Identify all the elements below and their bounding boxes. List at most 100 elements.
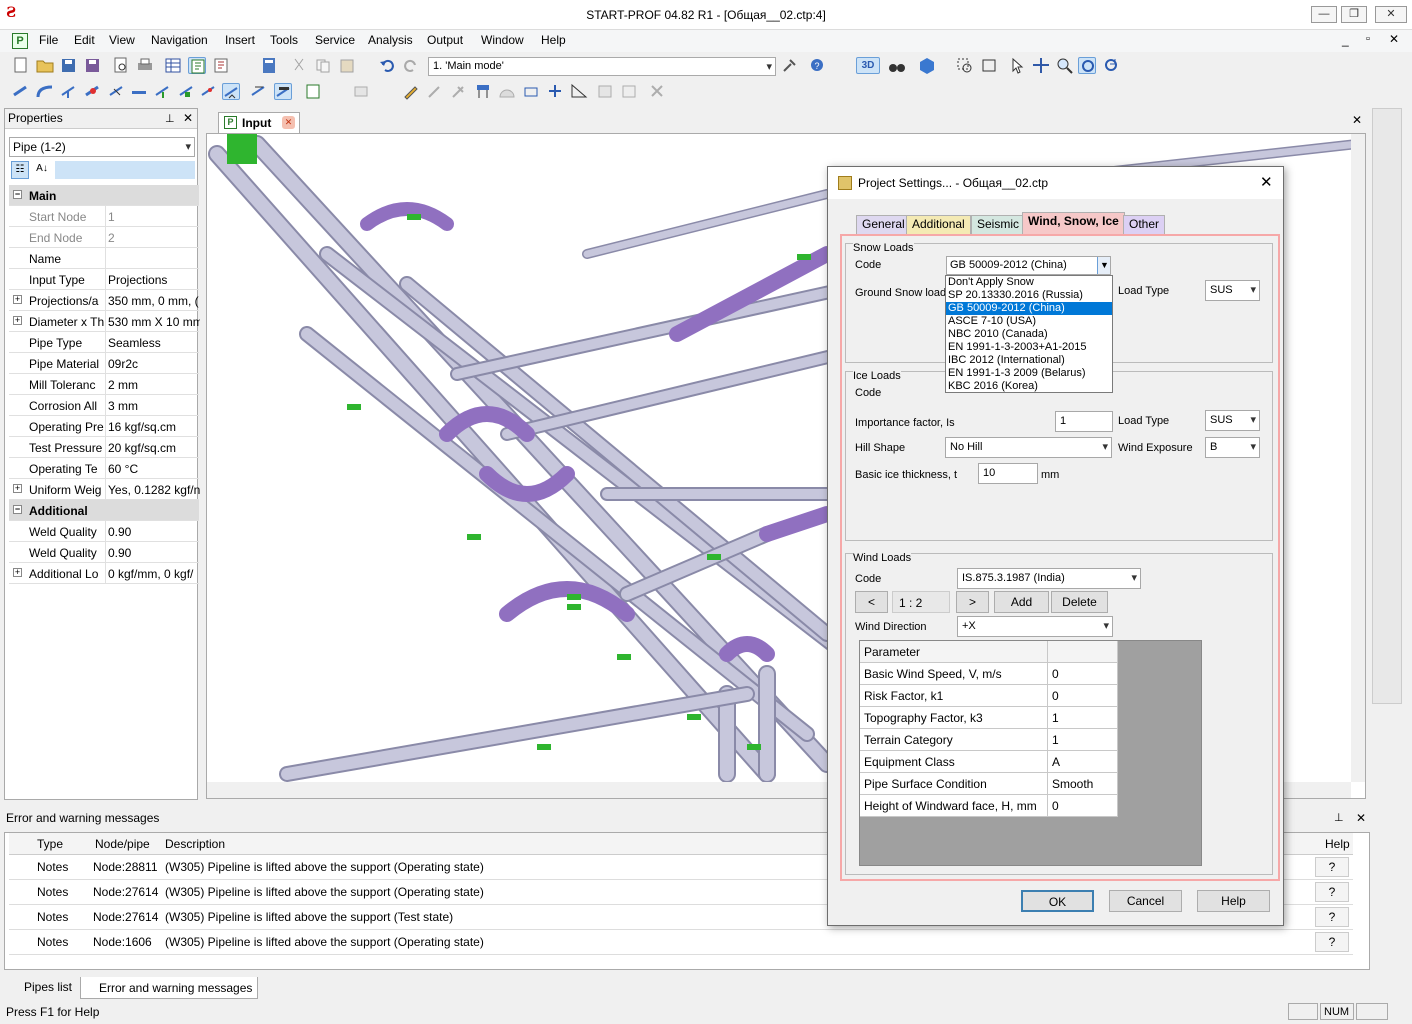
bend-tool-icon[interactable] — [36, 83, 54, 100]
property-value[interactable]: Yes, 0.1282 kgf/n — [108, 483, 200, 497]
property-value[interactable]: 350 mm, 0 mm, ( — [108, 294, 200, 308]
doc-tab-input[interactable]: P Input ✕ — [218, 112, 300, 133]
mdi-minimize-button[interactable]: _ — [1342, 33, 1349, 47]
snow-code-option[interactable]: SP 20.13330.2016 (Russia) — [946, 289, 1112, 302]
print-icon[interactable] — [136, 57, 154, 74]
wind-exposure-select[interactable]: B — [1205, 437, 1260, 458]
property-row[interactable]: + Projections/a 350 mm, 0 mm, ( — [9, 290, 199, 311]
maximize-button[interactable]: ❐ — [1341, 6, 1367, 23]
mdi-close-button[interactable]: ✕ — [1389, 32, 1399, 46]
menu-analysis[interactable]: Analysis — [368, 33, 413, 47]
property-value[interactable]: 0 kgf/mm, 0 kgf/ — [108, 567, 200, 581]
next-wind-button[interactable]: > — [956, 591, 989, 613]
merge-tool-icon[interactable] — [274, 83, 292, 100]
categorized-view-icon[interactable]: ☷ — [11, 161, 29, 179]
sort-az-icon[interactable]: A↓ — [33, 161, 51, 179]
tab-close-icon[interactable]: ✕ — [282, 116, 295, 129]
tools-icon[interactable] — [781, 57, 799, 74]
redo-icon[interactable] — [402, 57, 420, 74]
reducer-tool-icon[interactable] — [84, 83, 102, 100]
dome-tool-icon[interactable] — [498, 83, 516, 100]
col-type[interactable]: Type — [37, 837, 63, 851]
property-row[interactable]: Operating Pre 16 kgf/sq.cm — [9, 416, 199, 437]
calculator-icon[interactable] — [260, 57, 278, 74]
undo-icon[interactable] — [378, 57, 396, 74]
pin-icon[interactable]: ⊥ — [165, 112, 175, 125]
prev-wind-button[interactable]: < — [855, 591, 888, 613]
property-value[interactable]: 16 kgf/sq.cm — [108, 420, 200, 434]
copy-icon[interactable] — [314, 57, 332, 74]
property-row[interactable]: + Diameter x Th 530 mm X 10 mm — [9, 311, 200, 332]
cancel-button[interactable]: Cancel — [1109, 890, 1182, 912]
expand-toggle-icon[interactable]: + — [13, 316, 22, 325]
viewport-vscroll[interactable] — [1351, 134, 1365, 782]
print-preview-icon[interactable] — [112, 57, 130, 74]
property-value[interactable]: 2 mm — [108, 378, 200, 392]
menu-tools[interactable]: Tools — [270, 33, 298, 47]
save-as-icon[interactable] — [84, 57, 102, 74]
hill-shape-select[interactable]: No Hill — [945, 437, 1112, 458]
paste-icon[interactable] — [338, 57, 356, 74]
anchor-tool-icon[interactable] — [178, 83, 196, 100]
property-value[interactable]: 530 mm X 10 mm — [108, 315, 200, 329]
zoom-icon[interactable] — [1056, 57, 1074, 74]
view-3d-button[interactable]: 3D — [856, 57, 880, 74]
menu-navigation[interactable]: Navigation — [151, 33, 208, 47]
valve-tool-icon[interactable] — [108, 83, 126, 100]
copy-element-icon[interactable] — [522, 83, 540, 100]
col-description[interactable]: Description — [165, 837, 225, 851]
expand-toggle-icon[interactable]: + — [13, 484, 22, 493]
move-element-icon[interactable] — [546, 83, 564, 100]
tab-seismic[interactable]: Seismic — [971, 215, 1026, 234]
panel-close-icon[interactable]: ✕ — [183, 111, 193, 125]
pencil-icon[interactable] — [402, 83, 420, 100]
tee-tool-icon[interactable] — [60, 83, 78, 100]
snow-code-option[interactable]: Don't Apply Snow — [946, 276, 1112, 289]
snow-load-type-select[interactable]: SUS — [1205, 280, 1260, 301]
mdi-restore-button[interactable]: ▫ — [1366, 33, 1370, 45]
error-help-button[interactable]: ? — [1315, 882, 1349, 902]
property-row[interactable]: Start Node 1 — [9, 206, 199, 227]
param-value[interactable]: A — [1048, 751, 1118, 773]
snow-code-option[interactable]: IBC 2012 (International) — [946, 354, 1112, 367]
error-pin-icon[interactable]: ⊥ — [1334, 811, 1344, 824]
pipe-tool-icon[interactable] — [12, 83, 30, 100]
wind-direction-select[interactable]: +X — [957, 616, 1113, 637]
minimize-button[interactable]: — — [1311, 6, 1337, 23]
property-row[interactable]: Pipe Type Seamless — [9, 332, 199, 353]
param-value[interactable]: 0 — [1048, 795, 1118, 817]
link-tool-icon[interactable] — [450, 83, 468, 100]
split-tool-icon[interactable] — [250, 83, 268, 100]
expand-toggle-icon[interactable]: + — [13, 295, 22, 304]
binoculars-icon[interactable] — [888, 57, 906, 74]
property-value[interactable]: 60 °C — [108, 462, 200, 476]
property-row[interactable]: Pipe Material 09r2c — [9, 353, 199, 374]
property-row[interactable]: + Uniform Weig Yes, 0.1282 kgf/n — [9, 479, 200, 500]
dialog-close-icon[interactable]: ✕ — [1260, 173, 1273, 191]
zoom-extents-icon[interactable] — [980, 57, 998, 74]
output-icon[interactable] — [212, 57, 230, 74]
ice-thickness-input[interactable]: 10 — [978, 463, 1038, 484]
tab-wind-snow-ice[interactable]: Wind, Snow, Ice — [1022, 212, 1125, 234]
ungroup-icon[interactable] — [620, 83, 638, 100]
dropdown-arrow-icon[interactable]: ▼ — [1097, 257, 1110, 274]
snow-code-option[interactable]: KBC 2016 (Korea) — [946, 380, 1112, 393]
pan-icon[interactable] — [1032, 57, 1050, 74]
property-value[interactable]: 1 — [108, 210, 200, 224]
param-value[interactable]: 0 — [1048, 685, 1118, 707]
menu-insert[interactable]: Insert — [225, 33, 255, 47]
error-help-button[interactable]: ? — [1315, 857, 1349, 877]
flange-tool-icon[interactable] — [130, 83, 148, 100]
property-row[interactable]: Name — [9, 248, 199, 269]
tab-additional[interactable]: Additional — [906, 215, 971, 234]
close-button[interactable]: ✕ — [1375, 6, 1407, 23]
error-row[interactable]: Notes Node:1606 (W305) Pipeline is lifted … — [9, 930, 1353, 955]
open-folder-icon[interactable] — [36, 57, 54, 74]
property-category[interactable]: − Main — [9, 185, 199, 206]
help-cursor-icon[interactable]: ? — [808, 57, 826, 74]
property-row[interactable]: Test Pressure 20 kgf/sq.cm — [9, 437, 199, 458]
property-value[interactable]: 2 — [108, 231, 200, 245]
expand-toggle-icon[interactable]: − — [13, 505, 22, 514]
property-row[interactable]: Mill Toleranc 2 mm — [9, 374, 199, 395]
cut-icon[interactable] — [290, 57, 308, 74]
